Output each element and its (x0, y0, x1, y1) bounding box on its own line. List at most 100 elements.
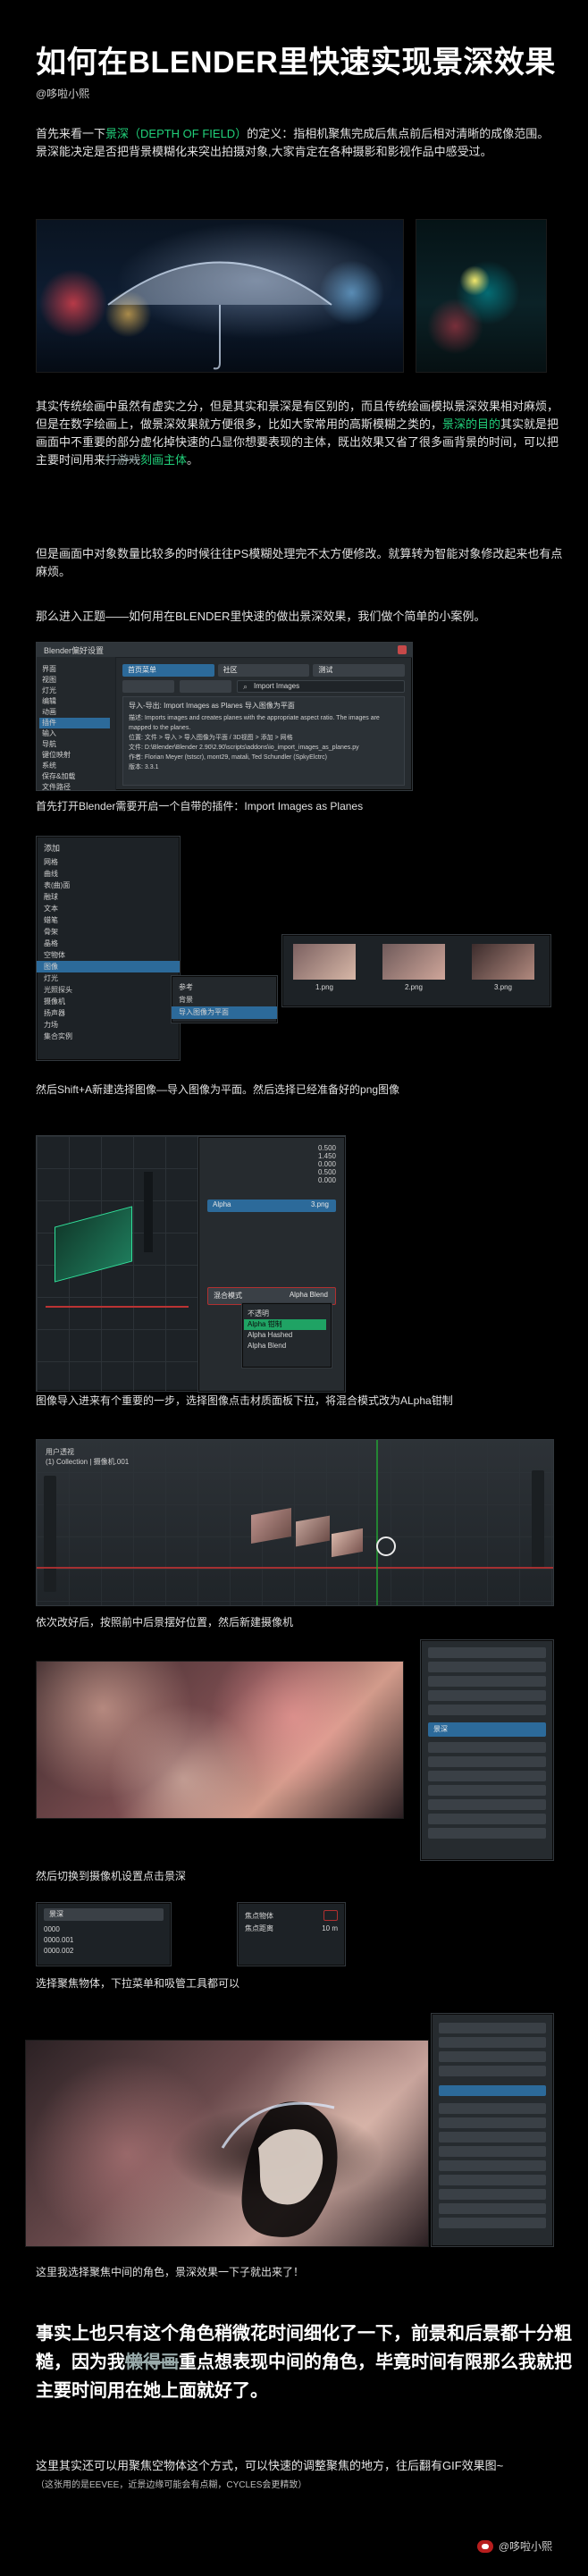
add-item-metaball[interactable]: 融球 (44, 891, 172, 903)
close-icon[interactable] (398, 645, 407, 654)
blend-option-alpha-blend[interactable]: Alpha Blend (248, 1341, 326, 1351)
preferences-titlebar: Blender偏好设置 (37, 643, 412, 658)
blend-mode-value[interactable]: Alpha Blend (290, 1291, 328, 1299)
value-2[interactable]: 1.450 (318, 1152, 336, 1160)
weibo-signature: @哆啦小熙 (476, 2538, 552, 2554)
addon-details: 导入-导出: Import Images as Planes 导入图像为平面 描… (122, 696, 405, 786)
tab-community[interactable]: 社区 (217, 664, 310, 677)
axis-y-2 (376, 1440, 378, 1605)
add-item-surface[interactable]: 表(曲)面 (44, 880, 172, 891)
intro-term: 景深（DEPTH OF FIELD） (105, 127, 248, 140)
meta-author-value: Florian Meyer (tstscr), mont29, matali, … (144, 754, 328, 761)
toolbar-category[interactable] (180, 680, 231, 693)
focus-object-1[interactable]: 0000.001 (44, 1935, 164, 1946)
add-item-mesh[interactable]: 网格 (44, 856, 172, 868)
add-item-camera[interactable]: 摄像机 (44, 996, 172, 1007)
alpha-image[interactable]: 3.png (311, 1200, 329, 1208)
sidebar-item-keymap[interactable]: 键位映射 (42, 750, 110, 761)
sidebar-item-navigation[interactable]: 导航 (42, 739, 110, 750)
final-row-9 (439, 2160, 546, 2171)
submenu-background[interactable]: 背景 (179, 994, 270, 1006)
value-1[interactable]: 0.500 (318, 1144, 336, 1152)
add-menu: 添加 网格 曲线 表(曲)面 融球 文本 蜡笔 骨架 晶格 空物体 图像 灯光 … (36, 836, 278, 1061)
meta-file-value: D:\Blender\Blender 2.90\2.90\scripts\add… (144, 745, 359, 751)
focus-header: 景深 (44, 1908, 164, 1921)
meta-desc-label: 描述: (129, 715, 143, 721)
big-paragraph: 事实上也只有这个角色稍微花时间细化了一下，前景和后景都十分粗糙，因为我懒得画重点… (36, 2319, 572, 2405)
eyedropper-icon[interactable] (323, 1910, 338, 1921)
addon-label[interactable]: 导入-导出: Import Images as Planes 导入图像为平面 (129, 701, 399, 711)
blend-option-alpha-clip[interactable]: Alpha 钳制 (244, 1319, 326, 1330)
sidebar-item-system[interactable]: 系统 (42, 761, 110, 771)
add-item-collection-instance[interactable]: 集合实例 (44, 1031, 172, 1042)
final-properties (431, 2013, 554, 2247)
sidebar-item-input[interactable]: 输入 (42, 728, 110, 739)
add-item-image[interactable]: 图像 (37, 961, 180, 972)
footer-note: （这张用的是EEVEE，近景边缘可能会有点糊，CYCLES会更精致） (36, 2480, 307, 2490)
sidebar-item-lights[interactable]: 灯光 (42, 686, 110, 696)
preferences-sidebar: 界面 视图 灯光 编辑 动画 插件 输入 导航 键位映射 系统 保存&加载 文件… (37, 657, 116, 793)
add-item-light-probe[interactable]: 光照探头 (44, 984, 172, 996)
value-5[interactable]: 0.000 (318, 1176, 336, 1184)
sidebar-item-viewport[interactable]: 视图 (42, 675, 110, 686)
camera-row-5 (428, 1705, 546, 1715)
preferences-title: Blender偏好设置 (44, 646, 105, 655)
focus-distance-label: 焦点距离 (245, 1924, 273, 1932)
add-item-force-field[interactable]: 力场 (44, 1019, 172, 1031)
caption-4: 依次改好后，按照前中后景摆好位置，然后新建摄像机 (36, 1616, 294, 1629)
blend-option-opaque[interactable]: 不透明 (248, 1309, 326, 1319)
focus-object-2[interactable]: 0000.002 (44, 1946, 164, 1957)
blend-option-alpha-hashed[interactable]: Alpha Hashed (248, 1330, 326, 1341)
value-3[interactable]: 0.000 (318, 1160, 336, 1168)
value-4[interactable]: 0.500 (318, 1168, 336, 1176)
final-row-selected[interactable] (439, 2085, 546, 2096)
thumb-1[interactable] (293, 944, 356, 980)
preferences-window: Blender偏好设置 界面 视图 灯光 编辑 动画 插件 输入 导航 键位映射… (36, 642, 413, 791)
preferences-tabs: 首页菜单 社区 测试 (122, 664, 406, 677)
sidebar-item-addons[interactable]: 插件 (39, 718, 110, 728)
thumb-3[interactable] (472, 944, 534, 980)
blend-mode-options: 不透明 Alpha 钳制 Alpha Hashed Alpha Blend (244, 1309, 326, 1351)
add-item-lattice[interactable]: 晶格 (44, 938, 172, 949)
paragraph-1: 其实传统绘画中虽然有虚实之分，但是其实和景深是有区别的，而且传统绘画模拟景深效果… (36, 398, 563, 469)
sidebar-item-file-paths[interactable]: 文件路径 (42, 782, 110, 793)
tab-official[interactable]: 首页菜单 (122, 664, 214, 677)
add-item-light[interactable]: 灯光 (44, 972, 172, 984)
sidebar-item-animation[interactable]: 动画 (42, 707, 110, 718)
add-item-text[interactable]: 文本 (44, 903, 172, 914)
selection-circle[interactable] (376, 1536, 396, 1556)
camera-row-11 (428, 1814, 546, 1824)
umbrella-photo (36, 219, 404, 373)
p1-green2: 刻画主体 (140, 453, 188, 467)
add-item-grease-pencil[interactable]: 蜡笔 (44, 914, 172, 926)
preferences-sidebar-list: 界面 视图 灯光 编辑 动画 插件 输入 导航 键位映射 系统 保存&加载 文件… (39, 664, 110, 793)
add-item-armature[interactable]: 骨架 (44, 926, 172, 938)
add-item-speaker[interactable]: 扬声器 (44, 1007, 172, 1019)
addons-search[interactable]: ⌕ Import Images (237, 680, 405, 693)
thumb-2[interactable] (382, 944, 445, 980)
sidebar-item-interface[interactable]: 界面 (42, 664, 110, 675)
final-row-13 (439, 2218, 546, 2228)
dof-section[interactable]: 景深 (428, 1722, 546, 1737)
add-item-curve[interactable]: 曲线 (44, 868, 172, 880)
article: 如何在BLENDER里快速实现景深效果 @哆啦小熙 首先来看一下景深（DEPTH… (0, 0, 588, 2576)
axis-x-2 (37, 1567, 553, 1569)
sidebar-item-save-load[interactable]: 保存&加载 (42, 771, 110, 782)
submenu-reference[interactable]: 参考 (179, 981, 270, 994)
meta-desc-value: Imports images and creates planes with t… (129, 715, 380, 731)
final-row-6 (439, 2117, 546, 2128)
final-row-1 (439, 2023, 546, 2033)
add-item-empty[interactable]: 空物体 (44, 949, 172, 961)
camera-row-1 (428, 1647, 546, 1658)
material-screenshot: 0.500 1.450 0.000 0.500 0.000 Alpha 3.pn… (36, 1135, 346, 1393)
tab-testing[interactable]: 测试 (313, 664, 406, 677)
submenu-import-images-as-planes[interactable]: 导入图像为平面 (172, 1006, 277, 1019)
search-value: Import Images (254, 682, 300, 690)
focus-distance-value[interactable]: 10 m (322, 1923, 338, 1935)
preferences-toolbar: ⌕ Import Images (122, 680, 405, 693)
toolbar-dropdown[interactable] (122, 680, 174, 693)
viewport-title: 用户透视 (1) Collection | 摄像机.001 (46, 1447, 129, 1467)
focus-object-0[interactable]: 0000 (44, 1924, 164, 1935)
camera-row-3 (428, 1676, 546, 1687)
sidebar-item-editing[interactable]: 编辑 (42, 696, 110, 707)
